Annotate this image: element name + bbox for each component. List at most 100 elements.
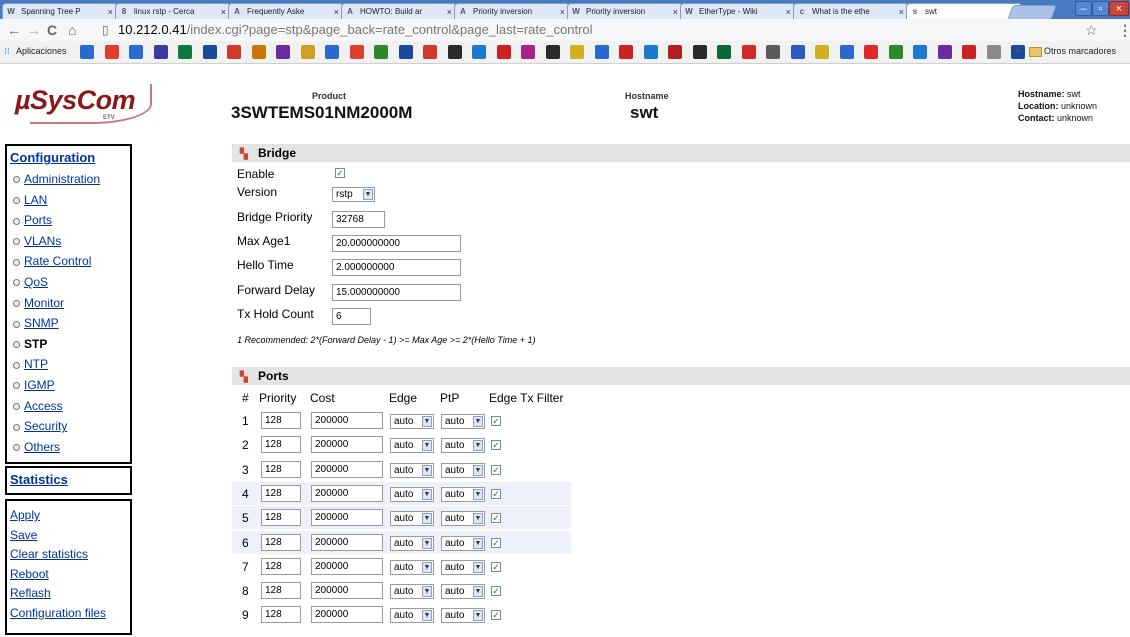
sidebar-item-others[interactable]: Others: [13, 440, 60, 454]
tx-hold-count-input[interactable]: 6: [332, 308, 371, 325]
bookmark-icon[interactable]: [766, 45, 780, 59]
close-window-button[interactable]: ×: [1109, 1, 1129, 16]
bookmark-icon[interactable]: [790, 45, 805, 59]
apps-icon[interactable]: ⁝⁝: [4, 46, 10, 57]
browser-tab[interactable]: W EtherType - Wiki ×: [680, 3, 796, 19]
new-tab-button[interactable]: [1007, 5, 1057, 20]
port-cost-input[interactable]: 200000: [311, 533, 383, 551]
bookmark-icon[interactable]: [521, 45, 535, 59]
bookmark-icon[interactable]: [251, 45, 266, 59]
maximize-button[interactable]: ▫: [1092, 1, 1109, 16]
sidebar-item-label[interactable]: Administration: [24, 172, 100, 186]
bookmark-icon[interactable]: [937, 45, 952, 59]
edge-tx-filter-checkbox[interactable]: ✓: [491, 537, 501, 548]
version-select[interactable]: rstp ▼: [332, 187, 375, 202]
action-apply[interactable]: Apply: [10, 508, 40, 522]
port-ptp-select[interactable]: auto ▼: [441, 559, 485, 575]
browser-tab[interactable]: W Priority inversion ×: [567, 3, 683, 19]
address-bar[interactable]: 10.212.0.41/index.cgi?page=stp&page_back…: [118, 22, 1108, 38]
port-ptp-select[interactable]: auto ▼: [441, 462, 485, 478]
edge-tx-filter-checkbox[interactable]: ✓: [491, 488, 501, 499]
port-edge-select[interactable]: auto ▼: [390, 608, 434, 624]
sidebar-item-label[interactable]: Access: [24, 399, 63, 413]
bookmark-icon[interactable]: [570, 45, 584, 59]
browser-tab[interactable]: c What is the ethe ×: [793, 3, 909, 19]
bookmark-icon[interactable]: [643, 45, 658, 59]
bookmark-icon[interactable]: [423, 45, 437, 59]
sidebar-item-snmp[interactable]: SNMP: [13, 316, 59, 330]
port-ptp-select[interactable]: auto ▼: [441, 414, 485, 429]
port-ptp-select[interactable]: auto ▼: [441, 584, 485, 600]
bookmark-icon[interactable]: [962, 45, 976, 59]
tab-close-icon[interactable]: ×: [334, 4, 339, 19]
bookmark-icon[interactable]: [153, 45, 168, 59]
bookmark-icon[interactable]: [986, 45, 1001, 59]
sidebar-item-qos[interactable]: QoS: [13, 275, 48, 289]
sidebar-item-monitor[interactable]: Monitor: [13, 296, 64, 310]
tab-close-icon[interactable]: ×: [221, 4, 226, 19]
max-age-input[interactable]: 20.000000000: [332, 235, 461, 252]
browser-tab[interactable]: A Frequently Aske ×: [228, 3, 344, 19]
sidebar-item-label[interactable]: Others: [24, 440, 60, 454]
bookmark-icon[interactable]: [692, 45, 707, 59]
browser-tab[interactable]: 8 linux rstp - Cerca ×: [115, 3, 231, 19]
home-icon[interactable]: ⌂: [68, 21, 76, 39]
port-ptp-select[interactable]: auto ▼: [441, 608, 485, 624]
sidebar-item-administration[interactable]: Administration: [13, 172, 100, 186]
port-priority-input[interactable]: 128: [261, 436, 301, 454]
port-edge-select[interactable]: auto ▼: [390, 535, 434, 551]
sidebar-item-ports[interactable]: Ports: [13, 213, 52, 227]
browser-tab[interactable]: W Spanning Tree P ×: [2, 3, 118, 19]
sidebar-item-access[interactable]: Access: [13, 399, 63, 413]
port-ptp-select[interactable]: auto ▼: [441, 486, 485, 502]
port-edge-select[interactable]: auto ▼: [390, 511, 434, 527]
port-edge-select[interactable]: auto ▼: [390, 584, 434, 600]
bookmark-icon[interactable]: [349, 45, 364, 59]
port-ptp-select[interactable]: auto ▼: [441, 511, 485, 527]
action-save[interactable]: Save: [10, 528, 37, 542]
bookmark-icon[interactable]: [668, 45, 682, 59]
bookmark-icon[interactable]: [398, 45, 413, 59]
bookmark-icon[interactable]: [300, 45, 315, 59]
port-ptp-select[interactable]: auto ▼: [441, 438, 485, 454]
port-cost-input[interactable]: 200000: [311, 484, 383, 502]
port-edge-select[interactable]: auto ▼: [390, 559, 434, 575]
action-configuration-files[interactable]: Configuration files: [10, 606, 106, 620]
tab-close-icon[interactable]: ×: [447, 4, 452, 19]
sidebar-item-lan[interactable]: LAN: [13, 193, 47, 207]
sidebar-item-igmp[interactable]: IGMP: [13, 378, 55, 392]
bookmark-icon[interactable]: [325, 45, 339, 59]
port-priority-input[interactable]: 128: [261, 460, 301, 478]
sidebar-item-ntp[interactable]: NTP: [13, 357, 48, 371]
port-cost-input[interactable]: 200000: [311, 606, 383, 624]
browser-tab[interactable]: A HOWTO: Build ar ×: [341, 3, 457, 19]
port-ptp-select[interactable]: auto ▼: [441, 535, 485, 551]
tab-close-icon[interactable]: ×: [108, 4, 113, 19]
bookmark-icon[interactable]: [80, 45, 94, 59]
sidebar-item-label[interactable]: NTP: [24, 357, 48, 371]
edge-tx-filter-checkbox[interactable]: ✓: [491, 610, 501, 621]
port-priority-input[interactable]: 128: [261, 412, 301, 429]
browser-tab[interactable]: A Priority inversion ×: [454, 3, 570, 19]
edge-tx-filter-checkbox[interactable]: ✓: [491, 561, 501, 572]
sidebar-item-label[interactable]: LAN: [24, 193, 47, 207]
port-edge-select[interactable]: auto ▼: [390, 486, 434, 502]
port-cost-input[interactable]: 200000: [311, 557, 383, 575]
bookmark-icon[interactable]: [276, 45, 290, 59]
tab-close-icon[interactable]: ×: [786, 4, 791, 19]
back-icon[interactable]: ←: [7, 21, 21, 39]
port-edge-select[interactable]: auto ▼: [390, 414, 434, 429]
sidebar-item-stp[interactable]: STP: [13, 337, 47, 351]
action-reflash[interactable]: Reflash: [10, 586, 51, 600]
sidebar-item-vlans[interactable]: VLANs: [13, 234, 61, 248]
port-cost-input[interactable]: 200000: [311, 412, 383, 429]
port-priority-input[interactable]: 128: [261, 606, 301, 624]
minimize-button[interactable]: –: [1075, 1, 1092, 16]
port-priority-input[interactable]: 128: [261, 557, 301, 575]
tab-close-icon[interactable]: ×: [899, 4, 904, 19]
bookmark-icon[interactable]: [202, 45, 217, 59]
tab-close-icon[interactable]: ×: [560, 4, 565, 19]
bookmark-icon[interactable]: [178, 45, 192, 59]
sidebar-item-label[interactable]: Ports: [24, 213, 52, 227]
bookmark-icon[interactable]: [374, 45, 388, 59]
